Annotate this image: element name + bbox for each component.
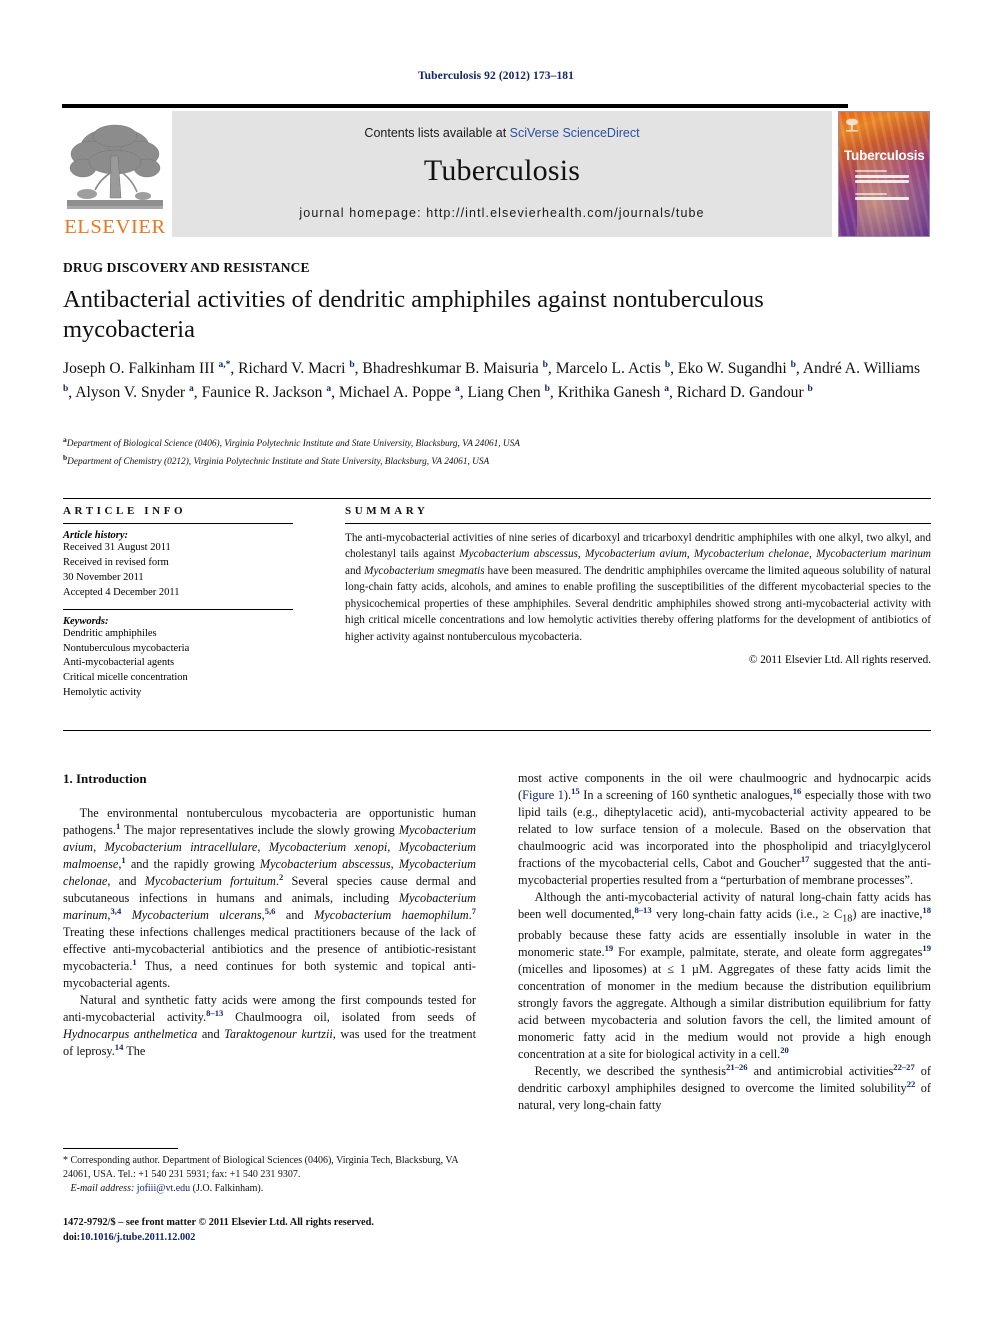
- body-paragraph: Although the anti-mycobacterial activity…: [518, 890, 931, 1061]
- masthead-top-rule: [62, 104, 848, 108]
- journal-title: Tuberculosis: [423, 154, 581, 187]
- elsevier-tree-icon: [67, 124, 163, 209]
- cover-elsevier-icon: [846, 118, 858, 132]
- body-paragraph: Natural and synthetic fatty acids were a…: [63, 993, 477, 1059]
- author-list: Joseph O. Falkinham III a,*, Richard V. …: [63, 359, 921, 401]
- journal-homepage-line[interactable]: journal homepage: http://intl.elsevierhe…: [299, 206, 704, 220]
- cover-editor-lines: [855, 170, 909, 203]
- summary-rule: [345, 523, 931, 524]
- article-info-rule: [63, 523, 293, 524]
- page-title: Antibacterial activities of dendritic am…: [63, 286, 764, 343]
- journal-cover-thumbnail: Tuberculosis: [838, 111, 930, 237]
- paper-page: Tuberculosis 92 (2012) 173–181 ELSEVIER …: [0, 0, 992, 1323]
- keywords-rule: [63, 608, 293, 610]
- article-history-2: Received in revised form: [63, 556, 169, 568]
- summary-heading: SUMMARY: [345, 505, 429, 517]
- body-column-right: most active components in the oil were c…: [518, 770, 931, 1114]
- corresponding-author-footnote: * Corresponding author. Department of Bi…: [63, 1148, 476, 1197]
- contents-prefix: Contents lists available at: [364, 126, 510, 140]
- intro-heading: 1. Introduction: [63, 771, 147, 786]
- summary-column: SUMMARY The anti-mycobacterial activitie…: [345, 505, 931, 666]
- affiliation-a-text: Department of Biological Science (0406),…: [66, 439, 520, 450]
- body-column-left: 1. Introduction The environmental nontub…: [63, 770, 476, 1060]
- elsevier-logo: ELSEVIER: [62, 111, 168, 237]
- email-owner: (J.O. Falkinham).: [192, 1183, 264, 1195]
- section-tag: DRUG DISCOVERY AND RESISTANCE: [63, 260, 310, 275]
- summary-copyright: © 2011 Elsevier Ltd. All rights reserved…: [748, 654, 931, 667]
- imprint-line: 1472-9792/$ – see front matter © 2011 El…: [63, 1217, 374, 1228]
- sciencedirect-link[interactable]: SciVerse ScienceDirect: [510, 126, 640, 140]
- email-address-label: E-mail address:: [70, 1183, 135, 1195]
- keyword-4: Critical micelle concentration: [63, 672, 188, 684]
- article-history-3: 30 November 2011: [63, 571, 144, 583]
- article-info-column: ARTICLE INFO Article history: Received 3…: [63, 505, 293, 701]
- info-band-top-rule: [63, 498, 931, 499]
- footnote-email-line: E-mail address: jofiii@vt.edu (J.O. Falk…: [63, 1182, 476, 1196]
- affiliation-a: aDepartment of Biological Science (0406)…: [63, 434, 933, 452]
- doi-value[interactable]: 10.1016/j.tube.2011.12.002: [80, 1232, 195, 1243]
- imprint-block: 1472-9792/$ – see front matter © 2011 El…: [63, 1216, 533, 1246]
- keywords-block: Keywords: Dendritic amphiphiles Nontuber…: [63, 608, 293, 702]
- body-paragraph: The environmental nontuberculous mycobac…: [63, 806, 477, 991]
- keyword-1: Dendritic amphiphiles: [63, 627, 157, 639]
- summary-body: The anti-mycobacterial activities of nin…: [345, 532, 932, 643]
- email-link[interactable]: jofiii@vt.edu: [137, 1183, 190, 1194]
- article-history-label: Article history:: [63, 530, 129, 541]
- info-band-bottom-rule: [63, 730, 931, 731]
- keyword-2: Nontuberculous mycobacteria: [63, 642, 190, 654]
- journal-banner: Contents lists available at SciVerse Sci…: [172, 111, 832, 237]
- affiliation-b-text: Department of Chemistry (0212), Virginia…: [67, 456, 490, 467]
- doi-line: doi:10.1016/j.tube.2011.12.002: [63, 1231, 533, 1246]
- journal-masthead: ELSEVIER Contents lists available at Sci…: [62, 104, 930, 237]
- running-head: Tuberculosis 92 (2012) 173–181: [417, 70, 575, 82]
- doi-label: doi:: [63, 1231, 81, 1243]
- article-history-1: Received 31 August 2011: [63, 542, 171, 553]
- body-paragraph: most active components in the oil were c…: [518, 771, 932, 888]
- keyword-5: Hemolytic activity: [63, 687, 142, 699]
- article-info-heading: ARTICLE INFO: [63, 505, 187, 517]
- affiliation-b: bDepartment of Chemistry (0212), Virgini…: [63, 452, 933, 470]
- affiliation-list: aDepartment of Biological Science (0406)…: [63, 434, 933, 469]
- contents-available-line: Contents lists available at SciVerse Sci…: [364, 126, 639, 140]
- elsevier-wordmark: ELSEVIER: [64, 215, 166, 238]
- body-paragraph: Recently, we described the synthesis21–2…: [518, 1061, 931, 1112]
- keyword-3: Anti-mycobacterial agents: [63, 657, 175, 669]
- keywords-label: Keywords:: [63, 615, 109, 627]
- footnote-rule: [63, 1148, 178, 1149]
- article-history-4: Accepted 4 December 2011: [63, 586, 180, 598]
- cover-title: Tuberculosis: [844, 148, 925, 163]
- footnote-text: * Corresponding author. Department of Bi…: [63, 1155, 459, 1181]
